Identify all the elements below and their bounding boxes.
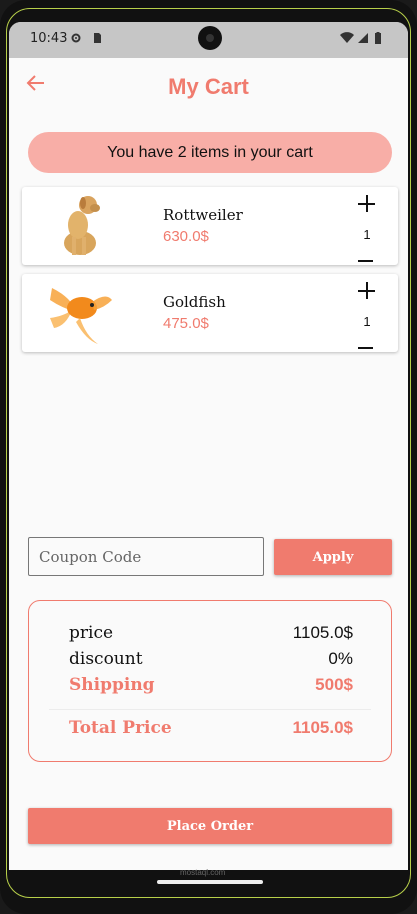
coupon-code-input[interactable]	[28, 537, 264, 576]
total-label: Total Price	[69, 718, 172, 738]
watermark: mostaql.com	[180, 868, 226, 877]
discount-row: discount 0%	[69, 649, 353, 675]
wifi-icon	[340, 32, 354, 43]
shipping-value: 500$	[315, 675, 353, 694]
increase-quantity-button[interactable]	[358, 282, 376, 300]
price-value: 1105.0$	[292, 623, 353, 642]
front-camera	[198, 26, 222, 50]
goldfish-photo-icon	[50, 288, 112, 344]
discount-label: discount	[69, 649, 143, 669]
battery-icon	[375, 32, 381, 44]
cart-count-banner: You have 2 items in your cart	[28, 132, 392, 173]
item-price: 475.0$	[163, 315, 209, 332]
total-value: 1105.0$	[292, 718, 353, 737]
summary-divider	[49, 709, 371, 710]
home-indicator[interactable]	[157, 880, 263, 884]
status-bar: 10:43	[9, 22, 408, 58]
apply-coupon-button[interactable]: Apply	[274, 539, 392, 575]
discount-value: 0%	[328, 649, 353, 668]
price-label: price	[69, 623, 114, 643]
dog-photo-icon	[64, 196, 100, 255]
order-summary: price 1105.0$ discount 0% Shipping 500$ …	[28, 600, 392, 762]
cart-item: Goldfish 475.0$ 1	[22, 274, 398, 352]
decrease-quantity-button[interactable]	[358, 342, 375, 350]
item-quantity: 1	[363, 227, 371, 242]
phone-frame: 10:43 My Cart You have 2 items in your c…	[0, 0, 417, 914]
app-screen: 10:43 My Cart You have 2 items in your c…	[9, 22, 408, 870]
price-row: price 1105.0$	[69, 623, 353, 649]
cart-item: Rottweiler 630.0$ 1	[22, 187, 398, 265]
shipping-label: Shipping	[69, 675, 155, 695]
item-price: 630.0$	[163, 228, 209, 245]
shipping-row: Shipping 500$	[69, 675, 353, 701]
decrease-quantity-button[interactable]	[358, 255, 375, 263]
item-quantity: 1	[363, 314, 371, 329]
place-order-button[interactable]: Place Order	[28, 808, 392, 844]
signal-icon	[358, 33, 368, 43]
item-name: Rottweiler	[163, 206, 243, 224]
sim-card-icon	[94, 33, 101, 43]
page-title: My Cart	[168, 74, 249, 99]
increase-quantity-button[interactable]	[358, 195, 376, 213]
status-time: 10:43	[30, 31, 68, 46]
total-row: Total Price 1105.0$	[69, 718, 353, 744]
settings-icon	[71, 33, 81, 43]
item-name: Goldfish	[163, 293, 226, 311]
